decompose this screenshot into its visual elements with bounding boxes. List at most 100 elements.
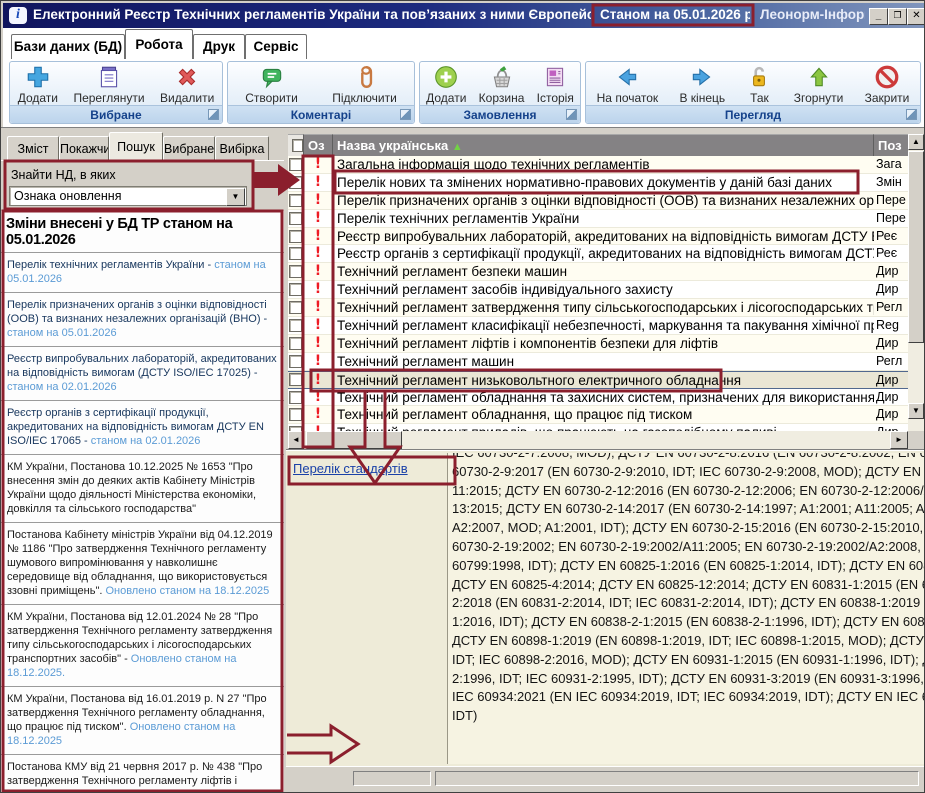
changes-list-item[interactable]: КМ України, Постанова від 16.01.2019 р. … bbox=[1, 686, 284, 754]
maximize-button[interactable]: ❐ bbox=[888, 8, 907, 25]
row-name[interactable]: Технічний регламент класифікації небезпе… bbox=[333, 317, 874, 334]
dialog-launcher-icon[interactable] bbox=[208, 109, 219, 120]
dialog-launcher-icon[interactable] bbox=[566, 109, 577, 120]
row-checkbox[interactable] bbox=[288, 317, 304, 334]
scroll-right-icon[interactable]: ► bbox=[890, 431, 908, 449]
row-name[interactable]: Реєстр органів з сертифікації продукції,… bbox=[333, 245, 874, 262]
row-checkbox[interactable] bbox=[288, 156, 304, 173]
column-header-oz[interactable]: Оз bbox=[304, 134, 333, 156]
row-checkbox[interactable] bbox=[288, 353, 304, 370]
ribbon-button-корзина[interactable]: Корзина bbox=[479, 63, 525, 105]
changes-list-item[interactable]: Перелік технічних регламентів України - … bbox=[1, 252, 284, 292]
ribbon-button-підключити[interactable]: Підключити bbox=[332, 63, 397, 105]
changes-list-item[interactable]: КМ України, Постанова 10.12.2025 № 1653 … bbox=[1, 454, 284, 522]
changes-list-item[interactable]: Реєстр випробувальних лабораторій, акред… bbox=[1, 346, 284, 400]
table-row[interactable]: !Технічний регламент обладнання та захис… bbox=[288, 389, 908, 407]
row-checkbox[interactable] bbox=[288, 192, 304, 209]
tab-druk[interactable]: Друк bbox=[193, 34, 245, 59]
table-row[interactable]: !Перелік технічних регламентів УкраїниПе… bbox=[288, 210, 908, 228]
close-button[interactable]: ✕ bbox=[907, 8, 925, 25]
table-row[interactable]: !Технічний регламент обладнання, що прац… bbox=[288, 406, 908, 424]
ribbon-button-закрити[interactable]: Закрити bbox=[865, 63, 910, 105]
row-name[interactable]: Технічний регламент засобів індивідуальн… bbox=[333, 281, 874, 298]
chevron-down-icon[interactable]: ▼ bbox=[226, 188, 245, 206]
row-name[interactable]: Технічний регламент обладнання, що працю… bbox=[333, 406, 874, 423]
tab-robota[interactable]: Робота bbox=[125, 29, 193, 59]
table-row[interactable]: !Технічний регламент затвердження типу с… bbox=[288, 299, 908, 317]
ribbon-button-видалити[interactable]: Видалити bbox=[160, 63, 214, 105]
select-all-checkbox[interactable] bbox=[288, 134, 304, 156]
row-checkbox[interactable] bbox=[288, 406, 304, 423]
standards-list-link[interactable]: Перелік стандартів bbox=[293, 461, 408, 476]
row-checkbox[interactable] bbox=[288, 245, 304, 262]
column-header-pos[interactable]: Поз bbox=[874, 134, 908, 156]
sidebar-tab-zmist[interactable]: Зміст bbox=[7, 136, 59, 161]
table-row[interactable]: !Технічний регламент машинРегл bbox=[288, 353, 908, 371]
row-name[interactable]: Загальна інформація щодо технічних регла… bbox=[333, 156, 874, 173]
ribbon-button-додати[interactable]: Додати bbox=[18, 63, 58, 105]
table-row[interactable]: !Реєстр випробувальних лабораторій, акре… bbox=[288, 228, 908, 246]
changes-list-item[interactable]: Перелік призначених органів з оцінки від… bbox=[1, 292, 284, 346]
ribbon-button-на-початок[interactable]: На початок bbox=[597, 63, 659, 105]
row-checkbox[interactable] bbox=[288, 389, 304, 406]
table-row[interactable]: !Технічний регламент приладів, що працюю… bbox=[288, 424, 908, 431]
ribbon-button-додати[interactable]: Додати bbox=[426, 63, 466, 105]
row-checkbox[interactable] bbox=[288, 372, 304, 388]
sidebar-tab-vybrane[interactable]: Вибране bbox=[163, 136, 215, 161]
hscroll-thumb[interactable] bbox=[306, 431, 402, 449]
tab-servis[interactable]: Сервіс bbox=[245, 34, 307, 59]
row-name[interactable]: Перелік призначених органів з оцінки від… bbox=[333, 192, 874, 209]
table-row[interactable]: !Перелік нових та змінених нормативно-пр… bbox=[288, 174, 908, 192]
row-checkbox[interactable] bbox=[288, 424, 304, 431]
dialog-launcher-icon[interactable] bbox=[906, 109, 917, 120]
row-name[interactable]: Технічний регламент приладів, що працюют… bbox=[333, 424, 874, 431]
update-date-link: станом на 02.01.2026 bbox=[91, 435, 201, 447]
changes-list-item[interactable]: Постанова Кабінету міністрів України від… bbox=[1, 522, 284, 604]
changes-list-item[interactable]: Постанова КМУ від 21 червня 2017 р. № 43… bbox=[1, 754, 284, 793]
table-row[interactable]: !Загальна інформація щодо технічних регл… bbox=[288, 156, 908, 174]
scroll-down-icon[interactable]: ▼ bbox=[908, 403, 924, 419]
row-name[interactable]: Перелік нових та змінених нормативно-пра… bbox=[333, 174, 874, 191]
scroll-up-icon[interactable]: ▲ bbox=[908, 134, 924, 150]
table-row[interactable]: !Технічний регламент безпеки машинДир bbox=[288, 263, 908, 281]
row-checkbox[interactable] bbox=[288, 281, 304, 298]
row-name[interactable]: Реєстр випробувальних лабораторій, акред… bbox=[333, 228, 874, 245]
table-row[interactable]: !Перелік призначених органів з оцінки ві… bbox=[288, 192, 908, 210]
table-row[interactable]: !Реєстр органів з сертифікації продукції… bbox=[288, 245, 908, 263]
row-checkbox[interactable] bbox=[288, 210, 304, 227]
update-flag-combobox[interactable]: Ознака оновлення ▼ bbox=[9, 186, 247, 206]
table-row[interactable]: !Технічний регламент класифікації небезп… bbox=[288, 317, 908, 335]
ribbon-button-створити[interactable]: Створити bbox=[245, 63, 298, 105]
column-header-name[interactable]: Назва українська ▲ bbox=[333, 134, 874, 156]
minimize-button[interactable]: _ bbox=[869, 8, 888, 25]
sidebar-tab-poshuk[interactable]: Пошук bbox=[109, 132, 163, 162]
row-name[interactable]: Технічний регламент низьковольтного елек… bbox=[333, 372, 874, 388]
sidebar-tab-vybirka[interactable]: Вибірка bbox=[215, 136, 269, 161]
row-name[interactable]: Технічний регламент безпеки машин bbox=[333, 263, 874, 280]
row-checkbox[interactable] bbox=[288, 228, 304, 245]
dialog-launcher-icon[interactable] bbox=[400, 109, 411, 120]
row-checkbox[interactable] bbox=[288, 174, 304, 191]
row-name[interactable]: Перелік технічних регламентів України bbox=[333, 210, 874, 227]
sidebar-tab-pokazhchyk[interactable]: Покажчик bbox=[59, 136, 109, 161]
tab-databases[interactable]: Бази даних (БД) bbox=[11, 34, 125, 59]
row-checkbox[interactable] bbox=[288, 335, 304, 352]
ribbon-button-історія[interactable]: Історія bbox=[537, 63, 574, 105]
row-name[interactable]: Технічний регламент обладнання та захисн… bbox=[333, 389, 874, 406]
changes-list-item[interactable]: КМ України, Постанова від 12.01.2024 № 2… bbox=[1, 604, 284, 686]
table-row[interactable]: !Технічний регламент засобів індивідуаль… bbox=[288, 281, 908, 299]
ribbon-button-в-кінець[interactable]: В кінець bbox=[679, 63, 725, 105]
ribbon-button-переглянути[interactable]: Переглянути bbox=[73, 63, 144, 105]
scroll-left-icon[interactable]: ◄ bbox=[288, 431, 304, 449]
table-row[interactable]: !Технічний регламент низьковольтного еле… bbox=[288, 371, 908, 389]
row-name[interactable]: Технічний регламент затвердження типу сі… bbox=[333, 299, 874, 316]
vscroll-thumb[interactable] bbox=[908, 151, 924, 343]
table-row[interactable]: !Технічний регламент ліфтів і компоненті… bbox=[288, 335, 908, 353]
row-name[interactable]: Технічний регламент машин bbox=[333, 353, 874, 370]
row-checkbox[interactable] bbox=[288, 263, 304, 280]
row-name[interactable]: Технічний регламент ліфтів і компонентів… bbox=[333, 335, 874, 352]
row-checkbox[interactable] bbox=[288, 299, 304, 316]
ribbon-button-згорнути[interactable]: Згорнути bbox=[794, 63, 844, 105]
changes-list-item[interactable]: Реєстр органів з сертифікації продукції,… bbox=[1, 400, 284, 454]
ribbon-button-так[interactable]: Так bbox=[746, 63, 772, 105]
